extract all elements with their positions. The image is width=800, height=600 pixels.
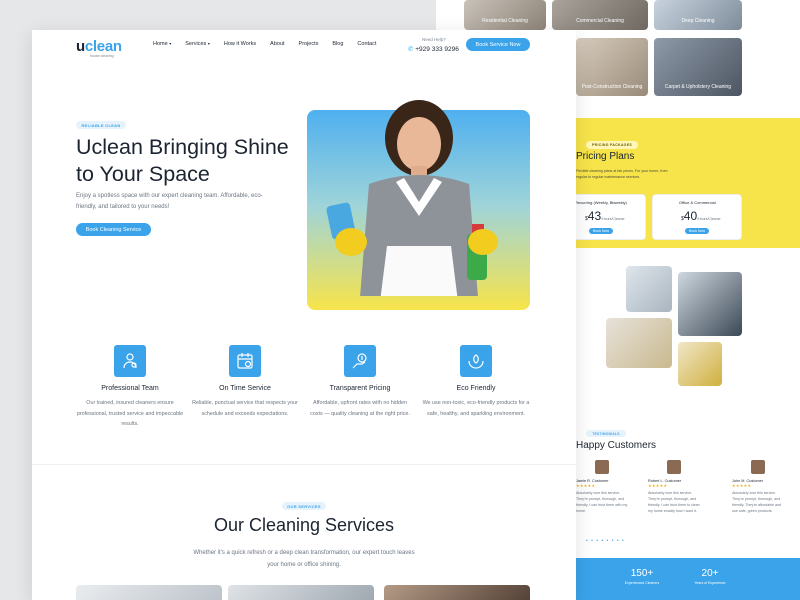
chevron-down-icon: ▾ (207, 41, 210, 46)
hero-description: Enjoy a spotless space with our expert c… (76, 193, 263, 210)
stars: ★★★★★ (732, 483, 752, 488)
pricing-card-recurring: Recurring (Weekly, Biweekly) $43/Hours/C… (568, 194, 646, 240)
service-image-2 (228, 585, 374, 600)
team-icon (114, 345, 146, 377)
main-nav: Home ▾ Services ▾ How it Works About Pro… (153, 41, 390, 47)
nav-label: Services (185, 41, 207, 47)
pricing-badge: PRICING PACKAGES (586, 141, 638, 149)
pricing-card-office: Office & Commercial $40/Hours/Cleaner Bo… (652, 194, 742, 240)
avatar (595, 460, 609, 474)
stat-label: Years of Experience (694, 581, 726, 585)
book-cleaning-service-button[interactable]: Book Cleaning Service (76, 223, 151, 236)
brand-tagline: house cleaning (90, 54, 114, 58)
section-divider (32, 464, 576, 465)
testimonials-title: Happy Customers (576, 440, 657, 451)
review-text: Absolutely love this service. They're pr… (732, 491, 782, 513)
feature-title: Professional Team (101, 385, 159, 392)
stat-years: 20+ Years of Experience (680, 568, 740, 585)
leaf-hands-icon (460, 345, 492, 377)
review-text: Absolutely love this service. They're pr… (648, 491, 700, 513)
nav-item-contact[interactable]: Contact (357, 41, 376, 47)
review-card: Robert L. Customer ★★★★★ Absolutely love t… (648, 460, 700, 514)
stat-label: Experienced Cleaners (624, 581, 660, 585)
plan-price: $43/Hours/Cleaner (585, 209, 625, 223)
gallery-image-post-construction: Post-Construction Cleaning (576, 38, 648, 96)
price: 40 (683, 209, 698, 223)
review-text: Absolutely love this service. They're pr… (576, 491, 628, 513)
gallery-image-carpet: Carpet & Upholstery Cleaning (654, 38, 742, 96)
feature-professional-team: Professional Team Our trained, insured c… (76, 345, 184, 430)
services-title: Our Cleaning Services (213, 515, 395, 535)
stars: ★★★★★ (576, 483, 596, 488)
calendar-icon (229, 345, 261, 377)
feature-description: Reliable, punctual service that respects… (192, 400, 298, 417)
plan-book-button[interactable]: Book Now (685, 228, 709, 234)
feature-title: Eco Friendly (456, 385, 496, 392)
main-page: uclean house cleaning Home ▾ Services ▾ … (32, 30, 576, 600)
stat-cleaners: 150+ Experienced Cleaners (612, 568, 672, 585)
nav-item-how-it-works[interactable]: How it Works (224, 41, 256, 47)
services-badge: OUR SERVICES (282, 502, 326, 510)
gallery-image-deep: Deep Cleaning (654, 0, 742, 30)
hero-image (307, 100, 530, 310)
feature-title: Transparent Pricing (329, 385, 391, 392)
plan-price: $40/Hours/Cleaner (681, 209, 721, 223)
gallery-image-residential: Residential Cleaning (464, 0, 546, 30)
hero-title: Uclean Bringing Shine to Your Space (76, 135, 289, 186)
book-service-now-button[interactable]: Book Service Now (466, 38, 530, 51)
feature-title: On Time Service (219, 385, 271, 392)
about-image-spray (678, 342, 722, 386)
nav-item-services[interactable]: Services ▾ (185, 41, 210, 47)
phone-link[interactable]: ✆ +929 333 9296 (408, 45, 459, 53)
avatar (667, 460, 681, 474)
pricing-description: Flexible cleaning plans at fair prices. … (576, 169, 668, 179)
testimonials-badge: TESTIMONIALS (586, 430, 626, 437)
pricing-icon (344, 345, 376, 377)
avatar (751, 460, 765, 474)
carousel-dots[interactable]: • • • • • • • • (586, 538, 625, 544)
stat-value: 150+ (630, 568, 654, 579)
cleaner-illustration (326, 100, 498, 296)
stars: ★★★★★ (648, 483, 668, 488)
chevron-down-icon: ▾ (169, 41, 172, 46)
nav-item-projects[interactable]: Projects (299, 41, 319, 47)
price: 43 (587, 209, 602, 223)
gallery-image-commercial: Commercial Cleaning (552, 0, 648, 30)
nav-label: Home (153, 41, 168, 47)
logo-prefix: u (76, 38, 85, 55)
service-image-3 (384, 585, 530, 600)
phone-number: +929 333 9296 (415, 46, 459, 53)
plan-book-button[interactable]: Book Now (589, 228, 613, 234)
pricing-title: Pricing Plans (576, 151, 635, 162)
review-card: John M. Customer ★★★★★ Absolutely love thi… (732, 460, 784, 514)
stat-value: 20+ (701, 568, 719, 579)
services-description: Whether it's a quick refresh or a deep c… (193, 550, 415, 568)
feature-description: Affordable, upfront rates with no hidden… (310, 400, 410, 417)
service-image-1 (76, 585, 222, 600)
about-image-gloves (606, 318, 672, 368)
nav-item-home[interactable]: Home ▾ (153, 41, 171, 47)
nav-item-blog[interactable]: Blog (332, 41, 343, 47)
about-image-window (626, 266, 672, 312)
feature-eco-friendly: Eco Friendly We use non-toxic, eco-frien… (422, 345, 530, 419)
hero-badge: RELIABLE CLEAN (76, 121, 126, 129)
plan-name: Office & Commercial (679, 200, 716, 205)
review-card: Jamie R. Customer ★★★★★ Absolutely love th… (576, 460, 628, 514)
phone-icon: ✆ (408, 46, 414, 53)
unit: /Hours/Cleaner (601, 217, 625, 221)
feature-transparent-pricing: Transparent Pricing Affordable, upfront … (306, 345, 414, 419)
brand-logo[interactable]: uclean (76, 38, 122, 55)
feature-description: We use non-toxic, eco-friendly products … (422, 400, 530, 417)
help-label: Need Help? (422, 37, 446, 42)
plan-name: Recurring (Weekly, Biweekly) (575, 200, 627, 205)
feature-description: Our trained, insured cleaners ensure pro… (76, 400, 184, 427)
unit: /Hours/Cleaner (697, 217, 721, 221)
feature-on-time-service: On Time Service Reliable, punctual servi… (191, 345, 299, 419)
logo-rest: clean (84, 38, 122, 55)
nav-item-about[interactable]: About (270, 41, 284, 47)
about-image-cleaner (678, 272, 742, 336)
